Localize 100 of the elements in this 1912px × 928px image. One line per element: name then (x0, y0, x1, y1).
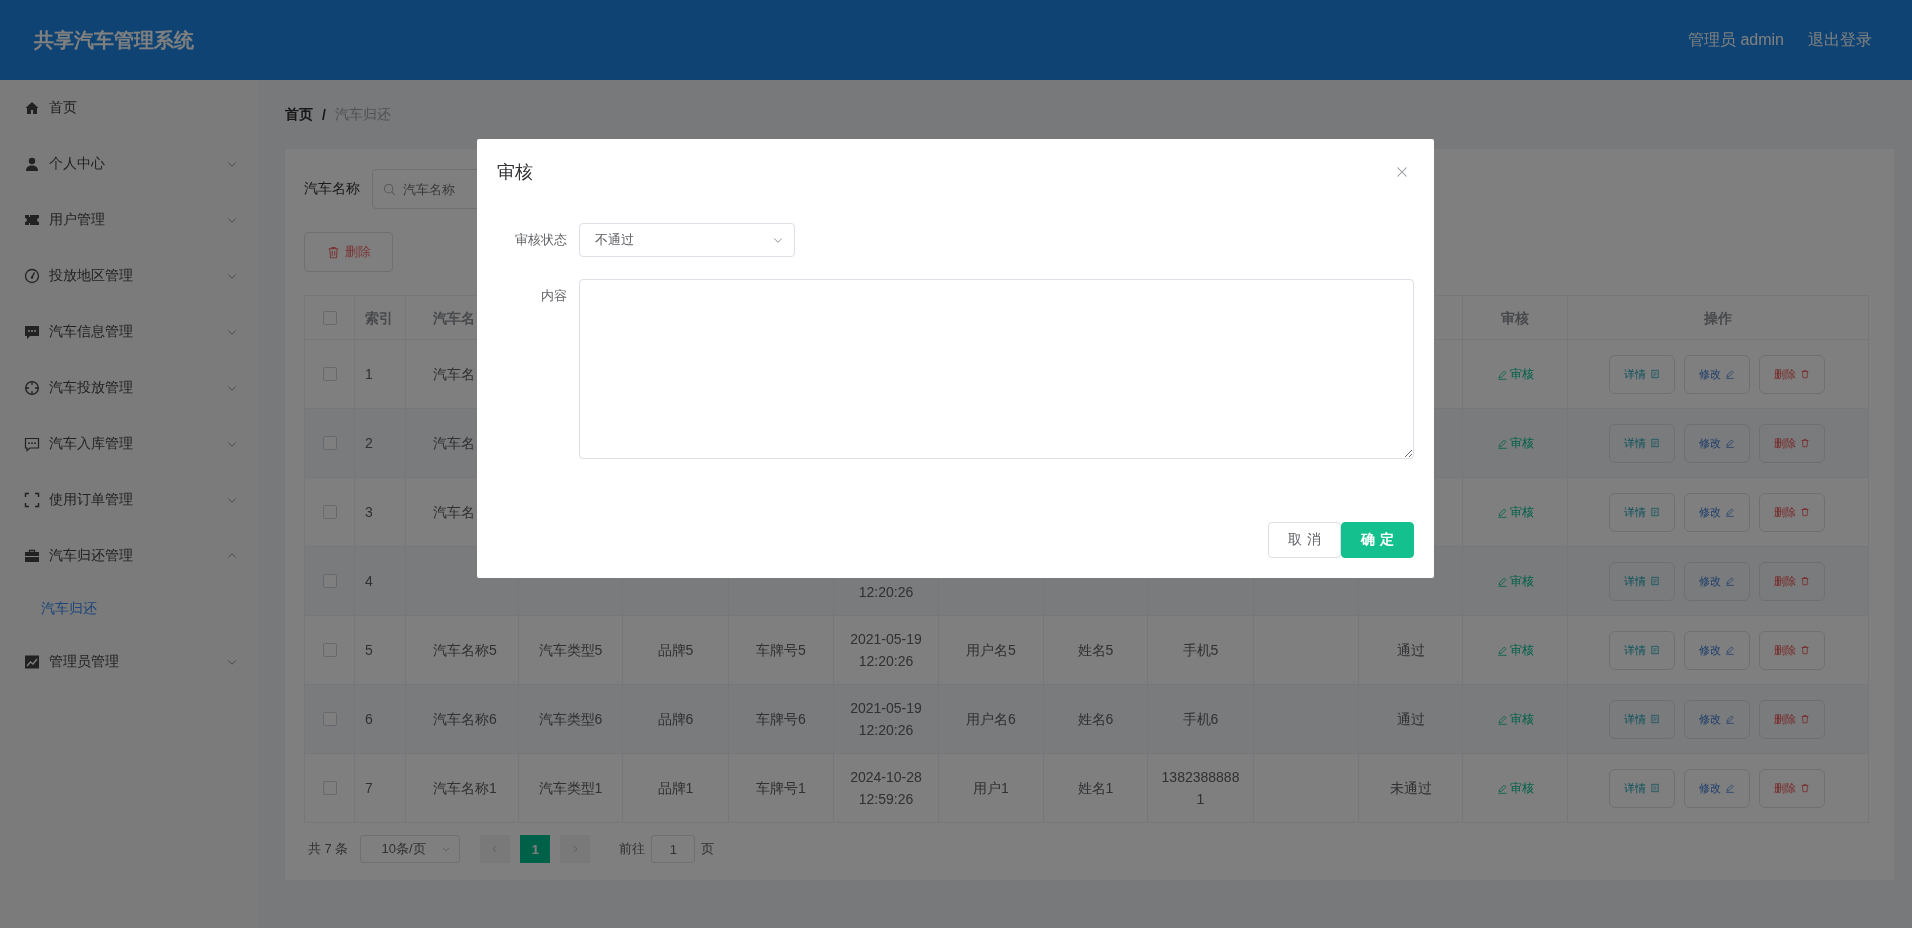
table-cell-text: 通过 (1396, 710, 1425, 729)
pencil-icon (1496, 575, 1508, 587)
table-cell-text: 车牌号6 (756, 710, 806, 729)
review-link[interactable]: 审核 (1496, 363, 1534, 385)
delete-button[interactable]: 删除 (1759, 699, 1825, 739)
sidebar-item[interactable]: 投放地区管理 (0, 248, 258, 304)
sidebar-subitem[interactable]: 汽车归还 (0, 584, 258, 634)
sidebar-item[interactable]: 汽车入库管理 (0, 416, 258, 472)
delete-button[interactable]: 删除 (1759, 630, 1825, 670)
sidebar-item[interactable]: 汽车投放管理 (0, 360, 258, 416)
previous-page-button[interactable] (480, 835, 511, 863)
trash-icon (1800, 369, 1810, 379)
gauge-icon (24, 268, 40, 284)
table-cell-text: 5 (365, 641, 373, 660)
detail-button[interactable]: 详情 (1609, 423, 1675, 463)
doc-icon (1650, 783, 1660, 793)
edit-button[interactable]: 修改 (1684, 768, 1750, 808)
detail-button[interactable]: 详情 (1609, 492, 1675, 532)
page-size-select[interactable]: 10条/页 (360, 835, 461, 863)
user-icon (24, 156, 40, 172)
sidebar-item[interactable]: 管理员管理 (0, 634, 258, 690)
table-cell-text: 2021-05-19 12:20:26 (849, 699, 923, 740)
search-label: 汽车名称 (304, 180, 360, 198)
table-cell-text: 品牌5 (657, 641, 694, 660)
page-button[interactable]: 1 (520, 835, 551, 863)
delete-button[interactable]: 删除 (1759, 423, 1825, 463)
sidebar-item[interactable]: 首页 (0, 80, 258, 136)
page-label: 页 (701, 840, 715, 858)
page-input[interactable]: 1 (651, 835, 696, 863)
doc-icon (1650, 438, 1660, 448)
pencil-icon (1725, 783, 1735, 793)
review-link[interactable]: 审核 (1496, 708, 1534, 730)
review-link[interactable]: 审核 (1496, 432, 1534, 454)
delete-button[interactable]: 删除 (1759, 354, 1825, 394)
pencil-icon (1725, 438, 1735, 448)
review-link[interactable]: 审核 (1496, 501, 1534, 523)
user-label: 管理员 admin (1687, 29, 1784, 50)
doc-icon (1650, 714, 1660, 724)
close-button[interactable] (1396, 166, 1408, 178)
delete-button[interactable]: 删除 (304, 232, 393, 272)
review-link[interactable]: 审核 (1496, 570, 1534, 592)
table-cell-text: 1 (365, 365, 373, 384)
edit-button[interactable]: 修改 (1684, 561, 1750, 601)
breadcrumb-separator: / (322, 106, 326, 123)
sidebar-item[interactable]: 个人中心 (0, 136, 258, 192)
table-cell-text: 品牌1 (657, 779, 694, 798)
table-cell-text: 手机6 (1182, 710, 1219, 729)
table-cell-text: 车牌号5 (756, 641, 806, 660)
delete-button[interactable]: 删除 (1759, 561, 1825, 601)
edit-button[interactable]: 修改 (1684, 492, 1750, 532)
table-cell-text: 手机5 (1182, 641, 1219, 660)
table-cell-text: 汽车名 (433, 365, 475, 384)
table-cell-text: 汽车类型6 (538, 710, 603, 729)
content-field[interactable] (579, 279, 1414, 459)
review-link[interactable]: 审核 (1496, 777, 1534, 799)
search-icon (383, 183, 396, 196)
pencil-icon (1725, 645, 1735, 655)
sidebar-item[interactable]: 用户管理 (0, 192, 258, 248)
status-select[interactable]: 不通过 (579, 223, 795, 257)
doc-icon (1650, 645, 1660, 655)
pencil-icon (1496, 506, 1508, 518)
trash-icon (1800, 576, 1810, 586)
trash-icon (1800, 645, 1810, 655)
table-cell-text: 汽车名称5 (433, 641, 497, 660)
pencil-icon (1725, 714, 1735, 724)
chevron-icon (441, 844, 452, 854)
table-cell-text: 姓名1 (1077, 779, 1114, 798)
detail-button[interactable]: 详情 (1609, 354, 1675, 394)
doc-icon (1650, 507, 1660, 517)
table-cell-text: 汽车名称6 (433, 710, 497, 729)
delete-button[interactable]: 删除 (1759, 768, 1825, 808)
sidebar-item[interactable]: 汽车归还管理 (0, 528, 258, 584)
fullscreen-icon (24, 492, 40, 508)
detail-button[interactable]: 详情 (1609, 630, 1675, 670)
detail-button[interactable]: 详情 (1609, 561, 1675, 601)
edit-button[interactable]: 修改 (1684, 423, 1750, 463)
chat-icon (24, 436, 40, 452)
next-page-button[interactable] (560, 835, 591, 863)
trash-icon (1800, 783, 1810, 793)
table-cell-text: 2021-05-19 12:20:26 (849, 630, 923, 671)
briefcase-icon (24, 548, 40, 564)
table-cell-text: 通过 (1396, 641, 1425, 660)
cancel-button[interactable]: 取消 (1268, 522, 1341, 558)
sidebar-item[interactable]: 汽车信息管理 (0, 304, 258, 360)
delete-button[interactable]: 删除 (1759, 492, 1825, 532)
edit-button[interactable]: 修改 (1684, 630, 1750, 670)
detail-button[interactable]: 详情 (1609, 699, 1675, 739)
breadcrumb-item[interactable]: 首页 (285, 105, 313, 124)
sidebar-item[interactable]: 使用订单管理 (0, 472, 258, 528)
edit-button[interactable]: 修改 (1684, 354, 1750, 394)
review-link[interactable]: 审核 (1496, 639, 1534, 661)
trash-icon (1800, 438, 1810, 448)
field-label: 内容 (540, 287, 568, 305)
ticket-icon (24, 212, 40, 228)
detail-button[interactable]: 详情 (1609, 768, 1675, 808)
edit-button[interactable]: 修改 (1684, 699, 1750, 739)
table-cell-text: 2024-10-28 12:59:26 (849, 768, 923, 809)
field-label: 审核状态 (514, 231, 568, 249)
confirm-button[interactable]: 确定 (1341, 522, 1414, 558)
logout-link[interactable]: 退出登录 (1808, 29, 1872, 51)
